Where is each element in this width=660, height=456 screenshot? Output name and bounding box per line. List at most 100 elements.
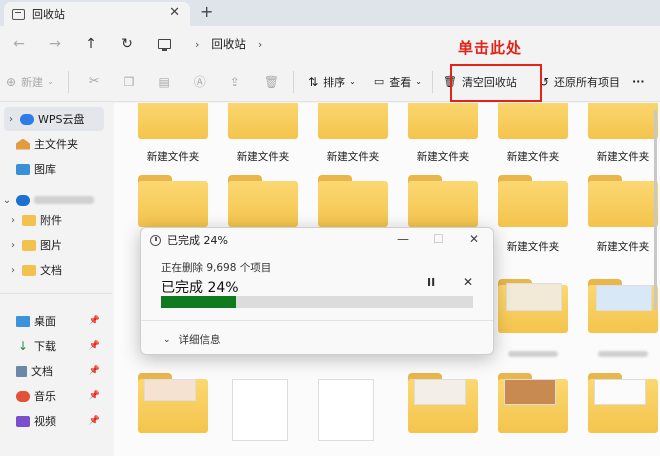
video-icon bbox=[16, 415, 30, 427]
pause-button[interactable]: II bbox=[427, 276, 435, 289]
folder-item[interactable] bbox=[138, 175, 208, 227]
up-arrow-icon[interactable]: ↑ bbox=[80, 36, 102, 52]
thumbnail-document[interactable] bbox=[318, 379, 374, 441]
annotation-click-here: 单击此处 bbox=[458, 39, 523, 57]
folder-item[interactable] bbox=[498, 103, 568, 139]
view-button[interactable]: ▭ 查看 ⌄ bbox=[374, 67, 422, 97]
paste-icon[interactable]: ▤ bbox=[158, 67, 169, 97]
folder-item[interactable] bbox=[318, 103, 388, 139]
thumbnail-image bbox=[414, 379, 466, 405]
sidebar-item-documents-cloud[interactable]: › 文档 bbox=[0, 258, 110, 282]
sidebar-item-pictures[interactable]: › 图片 bbox=[0, 233, 110, 257]
folder-label: 新建文件夹 bbox=[326, 151, 380, 163]
sort-label: 排序 bbox=[323, 75, 346, 89]
vertical-scrollbar[interactable] bbox=[654, 110, 657, 310]
sidebar-item-wps-cloud[interactable]: › WPS云盘 bbox=[4, 107, 104, 131]
more-options-icon[interactable]: ··· bbox=[632, 67, 645, 97]
sidebar-item-label: 主文件夹 bbox=[34, 138, 78, 151]
onedrive-icon bbox=[16, 194, 30, 206]
documents-icon bbox=[16, 365, 27, 377]
progress-percent-text: 已完成 24% bbox=[161, 280, 239, 296]
chevron-down-icon: ⌄ bbox=[349, 77, 356, 86]
folder-item[interactable] bbox=[318, 175, 388, 227]
deleting-status-text: 正在删除 9,698 个项目 bbox=[161, 262, 272, 274]
share-icon[interactable]: ⇪ bbox=[230, 67, 240, 97]
annotation-highlight-box bbox=[450, 64, 542, 102]
refresh-icon[interactable]: ↻ bbox=[116, 36, 138, 52]
new-tab-button[interactable]: + bbox=[200, 2, 213, 21]
rename-icon[interactable]: Ⓐ bbox=[194, 67, 206, 97]
blurred-label bbox=[598, 351, 648, 357]
restore-all-button[interactable]: ↺ 还原所有项目 bbox=[539, 67, 620, 97]
folder-item[interactable] bbox=[228, 103, 298, 139]
blurred-account-name bbox=[34, 196, 94, 204]
sidebar-item-label: 视频 bbox=[34, 415, 56, 428]
close-tab-icon[interactable]: ✕ bbox=[169, 5, 180, 20]
forward-arrow-icon[interactable]: → bbox=[44, 36, 66, 52]
navigation-pane: › WPS云盘 主文件夹 图库 ⌄ › 附件 › 图片 › 文档 桌面 📌 ↓ … bbox=[0, 103, 112, 456]
breadcrumb-location[interactable]: 回收站 bbox=[211, 36, 246, 52]
dialog-body: 正在删除 9,698 个项目 已完成 24% bbox=[161, 260, 271, 297]
folder-item[interactable] bbox=[588, 175, 658, 227]
pin-icon[interactable]: 📌 bbox=[89, 416, 100, 426]
pin-icon[interactable]: 📌 bbox=[89, 341, 100, 351]
folder-item[interactable] bbox=[498, 175, 568, 227]
divider bbox=[293, 70, 295, 93]
breadcrumb-separator: › bbox=[195, 37, 200, 51]
delete-icon[interactable]: 🗑 bbox=[264, 67, 279, 97]
folder-item[interactable] bbox=[138, 103, 208, 139]
progress-bar-fill bbox=[161, 296, 236, 308]
progress-bar bbox=[161, 296, 473, 308]
pin-icon[interactable]: 📌 bbox=[89, 391, 100, 401]
copy-icon[interactable]: ❐ bbox=[124, 67, 135, 97]
minimize-button[interactable]: — bbox=[397, 232, 409, 246]
close-dialog-button[interactable]: ✕ bbox=[469, 232, 479, 246]
cut-icon[interactable]: ✂ bbox=[89, 67, 100, 97]
clock-icon bbox=[150, 234, 161, 246]
chevron-down-icon: ⌄ bbox=[163, 334, 171, 345]
home-icon bbox=[16, 138, 30, 150]
thumbnail-image bbox=[506, 283, 562, 311]
sidebar-item-label: 附件 bbox=[40, 214, 62, 227]
sidebar-item-label: 桌面 bbox=[34, 315, 56, 328]
divider bbox=[431, 70, 433, 93]
thumbnail-document[interactable] bbox=[232, 379, 288, 441]
tab-recycle-bin[interactable]: 回收站 ✕ bbox=[4, 2, 190, 26]
folder-item[interactable] bbox=[588, 103, 658, 139]
folder-item[interactable] bbox=[408, 103, 478, 139]
folder-item[interactable] bbox=[228, 175, 298, 227]
sidebar-item-videos[interactable]: 视频 📌 bbox=[0, 409, 110, 433]
folder-item[interactable] bbox=[408, 175, 478, 227]
this-pc-icon bbox=[158, 39, 171, 51]
back-arrow-icon[interactable]: ← bbox=[8, 36, 30, 52]
divider bbox=[141, 320, 493, 321]
sidebar-item-documents[interactable]: 文档 📌 bbox=[0, 359, 110, 383]
thumbnail-image bbox=[594, 379, 646, 405]
new-button[interactable]: ⊕ 新建 ⌄ bbox=[6, 67, 54, 97]
sidebar-item-gallery[interactable]: 图库 bbox=[0, 157, 110, 181]
sidebar-item-desktop[interactable]: 桌面 📌 bbox=[0, 309, 110, 333]
pin-icon[interactable]: 📌 bbox=[89, 316, 100, 326]
new-button-label: 新建 bbox=[21, 75, 44, 89]
restore-all-label: 还原所有项目 bbox=[554, 75, 620, 89]
delete-progress-dialog: 已完成 24% — ☐ ✕ 正在删除 9,698 个项目 已完成 24% II … bbox=[140, 227, 494, 355]
more-details-toggle[interactable]: ⌄ 详细信息 bbox=[163, 332, 221, 347]
chevron-right-icon: › bbox=[11, 239, 15, 251]
sidebar-item-label: 文档 bbox=[31, 365, 53, 378]
breadcrumb[interactable]: › 回收站 › bbox=[158, 36, 274, 52]
details-label: 详细信息 bbox=[178, 334, 221, 346]
divider bbox=[0, 293, 112, 294]
sidebar-item-music[interactable]: 音乐 📌 bbox=[0, 384, 110, 408]
cancel-operation-button[interactable]: ✕ bbox=[463, 275, 473, 289]
address-bar: ← → ↑ ↻ › 回收站 › bbox=[0, 26, 660, 62]
sort-button[interactable]: ⇅ 排序 ⌄ bbox=[308, 67, 356, 97]
pin-icon[interactable]: 📌 bbox=[89, 366, 100, 376]
sidebar-item-attachments[interactable]: › 附件 bbox=[0, 208, 110, 232]
sidebar-item-home[interactable]: 主文件夹 bbox=[0, 132, 110, 156]
plus-circle-icon: ⊕ bbox=[6, 74, 17, 89]
chevron-right-icon: › bbox=[11, 214, 15, 226]
thumbnail-image bbox=[144, 379, 196, 401]
divider bbox=[67, 70, 69, 93]
sidebar-item-downloads[interactable]: ↓ 下载 📌 bbox=[0, 334, 110, 358]
sidebar-item-label: 文档 bbox=[40, 264, 62, 277]
